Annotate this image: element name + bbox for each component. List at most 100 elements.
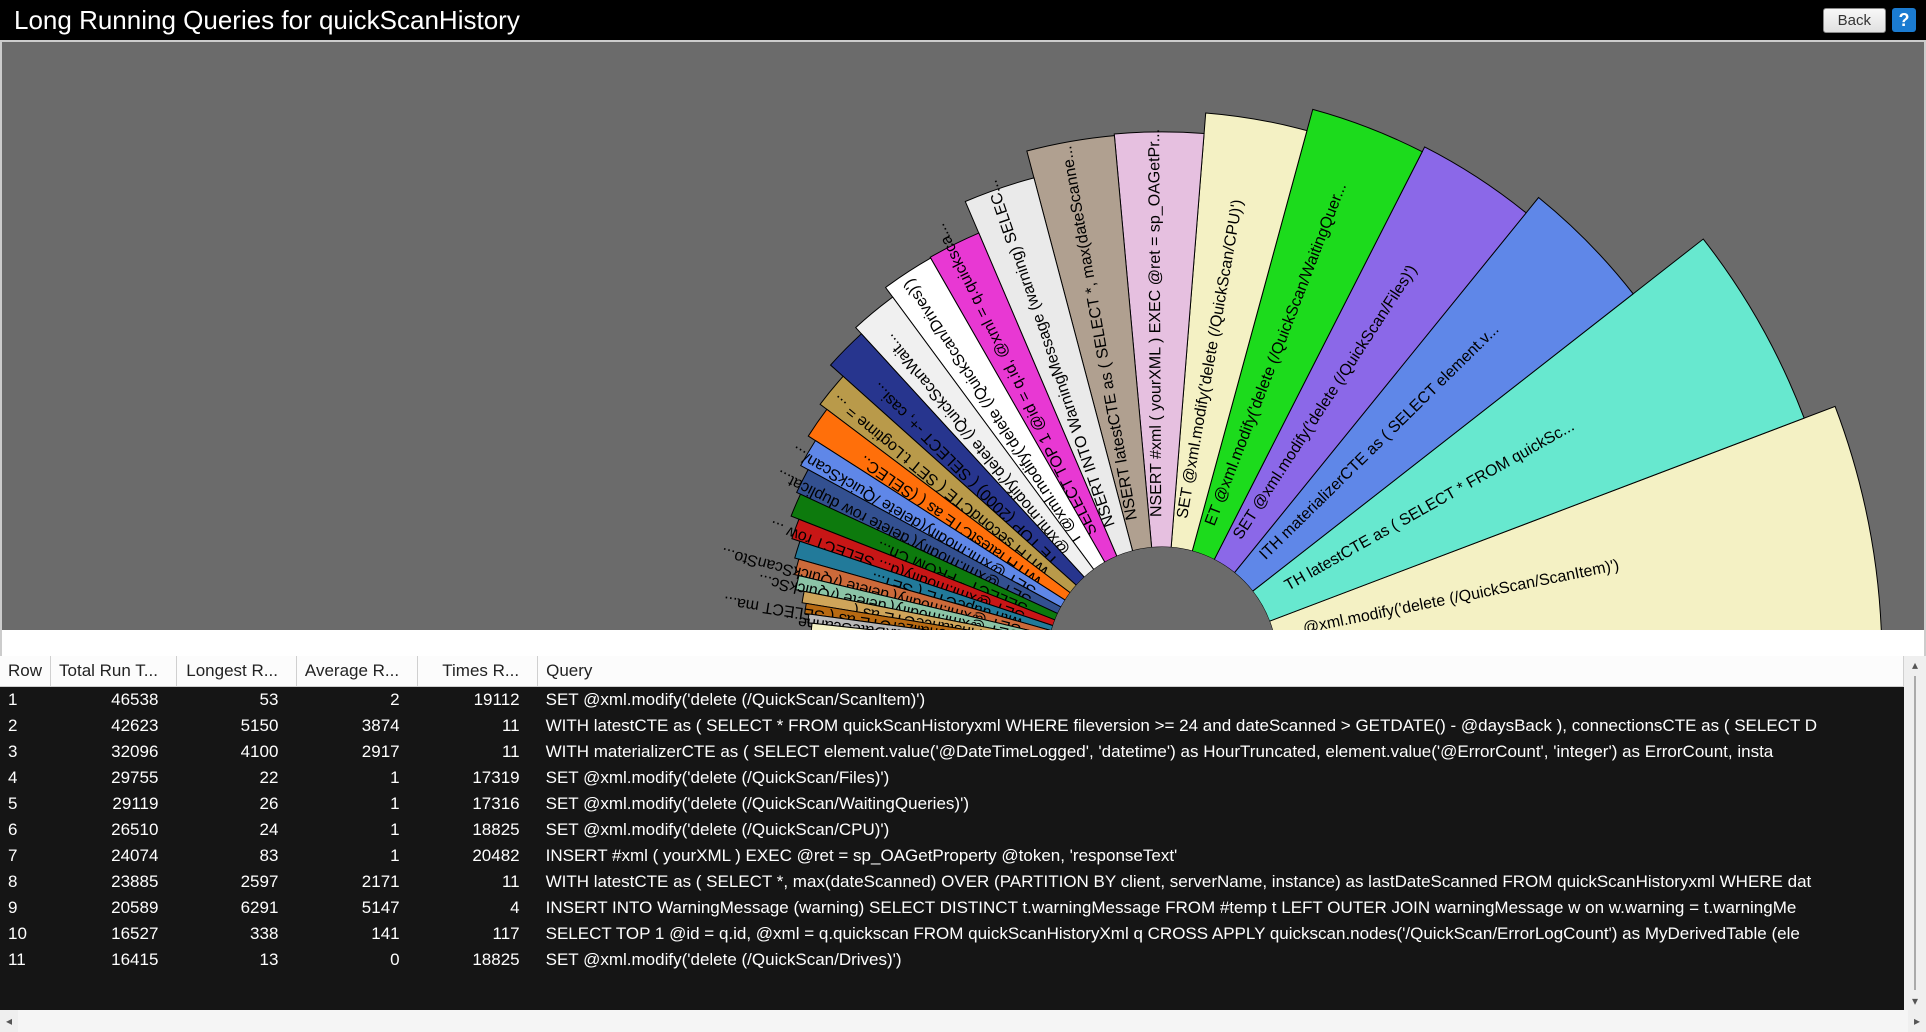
column-header[interactable]: Total Run T... [51, 656, 177, 687]
table-row[interactable]: 3320964100291711WITH materializerCTE as … [0, 739, 1904, 765]
table-row[interactable]: 62651024118825SET @xml.modify('delete (/… [0, 817, 1904, 843]
fan-slice-label: NSERT #xml ( yourXML ) EXEC @ret = sp_OA… [1146, 129, 1165, 517]
cell-num: 2597 [176, 869, 296, 895]
cell-num: 1 [0, 687, 51, 714]
cell-query: SET @xml.modify('delete (/QuickScan/CPU)… [538, 817, 1904, 843]
cell-query: INSERT INTO WarningMessage (warning) SEL… [538, 895, 1904, 921]
cell-query: WITH materializerCTE as ( SELECT element… [538, 739, 1904, 765]
table-row[interactable]: 1016527338141117SELECT TOP 1 @id = q.id,… [0, 921, 1904, 947]
page-title: Long Running Queries for quickScanHistor… [14, 5, 520, 36]
query-table: RowTotal Run T...Longest R...Average R..… [0, 656, 1904, 973]
cell-num: 117 [418, 921, 538, 947]
cell-num: 7 [0, 843, 51, 869]
column-header[interactable]: Row [0, 656, 51, 687]
cell-num: 16527 [51, 921, 177, 947]
cell-num: 1 [296, 843, 417, 869]
table-body: 14653853219112SET @xml.modify('delete (/… [0, 687, 1904, 974]
header-actions: Back ? [1823, 8, 1916, 33]
table-row[interactable]: 8238852597217111WITH latestCTE as ( SELE… [0, 869, 1904, 895]
cell-num: 6291 [176, 895, 296, 921]
cell-num: 11 [418, 713, 538, 739]
table-row[interactable]: 111641513018825SET @xml.modify('delete (… [0, 947, 1904, 973]
column-header[interactable]: Longest R... [176, 656, 296, 687]
help-icon[interactable]: ? [1892, 8, 1916, 32]
table-row[interactable]: 920589629151474INSERT INTO WarningMessag… [0, 895, 1904, 921]
title-bar: Long Running Queries for quickScanHistor… [0, 0, 1926, 40]
cell-num: 11 [418, 739, 538, 765]
cell-num: 5147 [296, 895, 417, 921]
cell-num: 10 [0, 921, 51, 947]
cell-num: 3 [0, 739, 51, 765]
cell-query: SELECT TOP 1 @id = q.id, @xml = q.quicks… [538, 921, 1904, 947]
cell-num: 26 [176, 791, 296, 817]
cell-num: 19112 [418, 687, 538, 714]
scroll-up-arrow[interactable]: ▴ [1912, 656, 1918, 674]
horizontal-scrollbar[interactable]: ◂ ▸ [0, 1010, 1926, 1032]
cell-num: 29119 [51, 791, 177, 817]
cell-num: 1 [296, 791, 417, 817]
cell-query: WITH latestCTE as ( SELECT * FROM quickS… [538, 713, 1904, 739]
cell-num: 16415 [51, 947, 177, 973]
cell-num: 53 [176, 687, 296, 714]
cell-query: SET @xml.modify('delete (/QuickScan/Scan… [538, 687, 1904, 714]
table-row[interactable]: 2426235150387411WITH latestCTE as ( SELE… [0, 713, 1904, 739]
fan-chart[interactable]: @xml.modify('delete (/QuickScan/ScanItem… [2, 42, 1922, 630]
cell-num: 6 [0, 817, 51, 843]
cell-num: 20589 [51, 895, 177, 921]
column-header[interactable]: Average R... [296, 656, 417, 687]
cell-num: 42623 [51, 713, 177, 739]
cell-num: 5 [0, 791, 51, 817]
cell-num: 9 [0, 895, 51, 921]
scroll-track[interactable] [18, 1010, 1908, 1032]
scroll-left-arrow[interactable]: ◂ [0, 1014, 18, 1028]
cell-num: 26510 [51, 817, 177, 843]
table-row[interactable]: 14653853219112SET @xml.modify('delete (/… [0, 687, 1904, 714]
cell-num: 24074 [51, 843, 177, 869]
cell-num: 18825 [418, 817, 538, 843]
fan-chart-panel: @xml.modify('delete (/QuickScan/ScanItem… [0, 40, 1926, 630]
cell-num: 11 [0, 947, 51, 973]
cell-num: 24 [176, 817, 296, 843]
cell-num: 5150 [176, 713, 296, 739]
cell-query: SET @xml.modify('delete (/QuickScan/Driv… [538, 947, 1904, 973]
cell-num: 29755 [51, 765, 177, 791]
cell-num: 20482 [418, 843, 538, 869]
cell-num: 17319 [418, 765, 538, 791]
table-row[interactable]: 72407483120482INSERT #xml ( yourXML ) EX… [0, 843, 1904, 869]
cell-num: 22 [176, 765, 296, 791]
cell-num: 2171 [296, 869, 417, 895]
scroll-right-arrow[interactable]: ▸ [1908, 1014, 1926, 1028]
cell-num: 46538 [51, 687, 177, 714]
cell-num: 11 [418, 869, 538, 895]
cell-num: 338 [176, 921, 296, 947]
table-row[interactable]: 52911926117316SET @xml.modify('delete (/… [0, 791, 1904, 817]
cell-num: 1 [296, 765, 417, 791]
cell-query: SET @xml.modify('delete (/QuickScan/Wait… [538, 791, 1904, 817]
cell-num: 8 [0, 869, 51, 895]
cell-num: 3874 [296, 713, 417, 739]
cell-num: 0 [296, 947, 417, 973]
column-header[interactable]: Times R... [418, 656, 538, 687]
cell-num: 4100 [176, 739, 296, 765]
cell-query: INSERT #xml ( yourXML ) EXEC @ret = sp_O… [538, 843, 1904, 869]
column-header[interactable]: Query [538, 656, 1904, 687]
cell-num: 17316 [418, 791, 538, 817]
cell-num: 23885 [51, 869, 177, 895]
scroll-thumb[interactable] [1914, 676, 1916, 990]
cell-query: WITH latestCTE as ( SELECT *, max(dateSc… [538, 869, 1904, 895]
scroll-down-arrow[interactable]: ▾ [1912, 992, 1918, 1010]
table-head: RowTotal Run T...Longest R...Average R..… [0, 656, 1904, 687]
cell-num: 2 [296, 687, 417, 714]
cell-num: 2917 [296, 739, 417, 765]
cell-num: 13 [176, 947, 296, 973]
cell-num: 141 [296, 921, 417, 947]
table-row[interactable]: 42975522117319SET @xml.modify('delete (/… [0, 765, 1904, 791]
cell-query: SET @xml.modify('delete (/QuickScan/File… [538, 765, 1904, 791]
cell-num: 32096 [51, 739, 177, 765]
back-button[interactable]: Back [1823, 8, 1886, 33]
cell-num: 83 [176, 843, 296, 869]
cell-num: 18825 [418, 947, 538, 973]
vertical-scrollbar[interactable]: ▴ ▾ [1904, 656, 1926, 1010]
cell-num: 1 [296, 817, 417, 843]
divider-band [0, 630, 1926, 656]
